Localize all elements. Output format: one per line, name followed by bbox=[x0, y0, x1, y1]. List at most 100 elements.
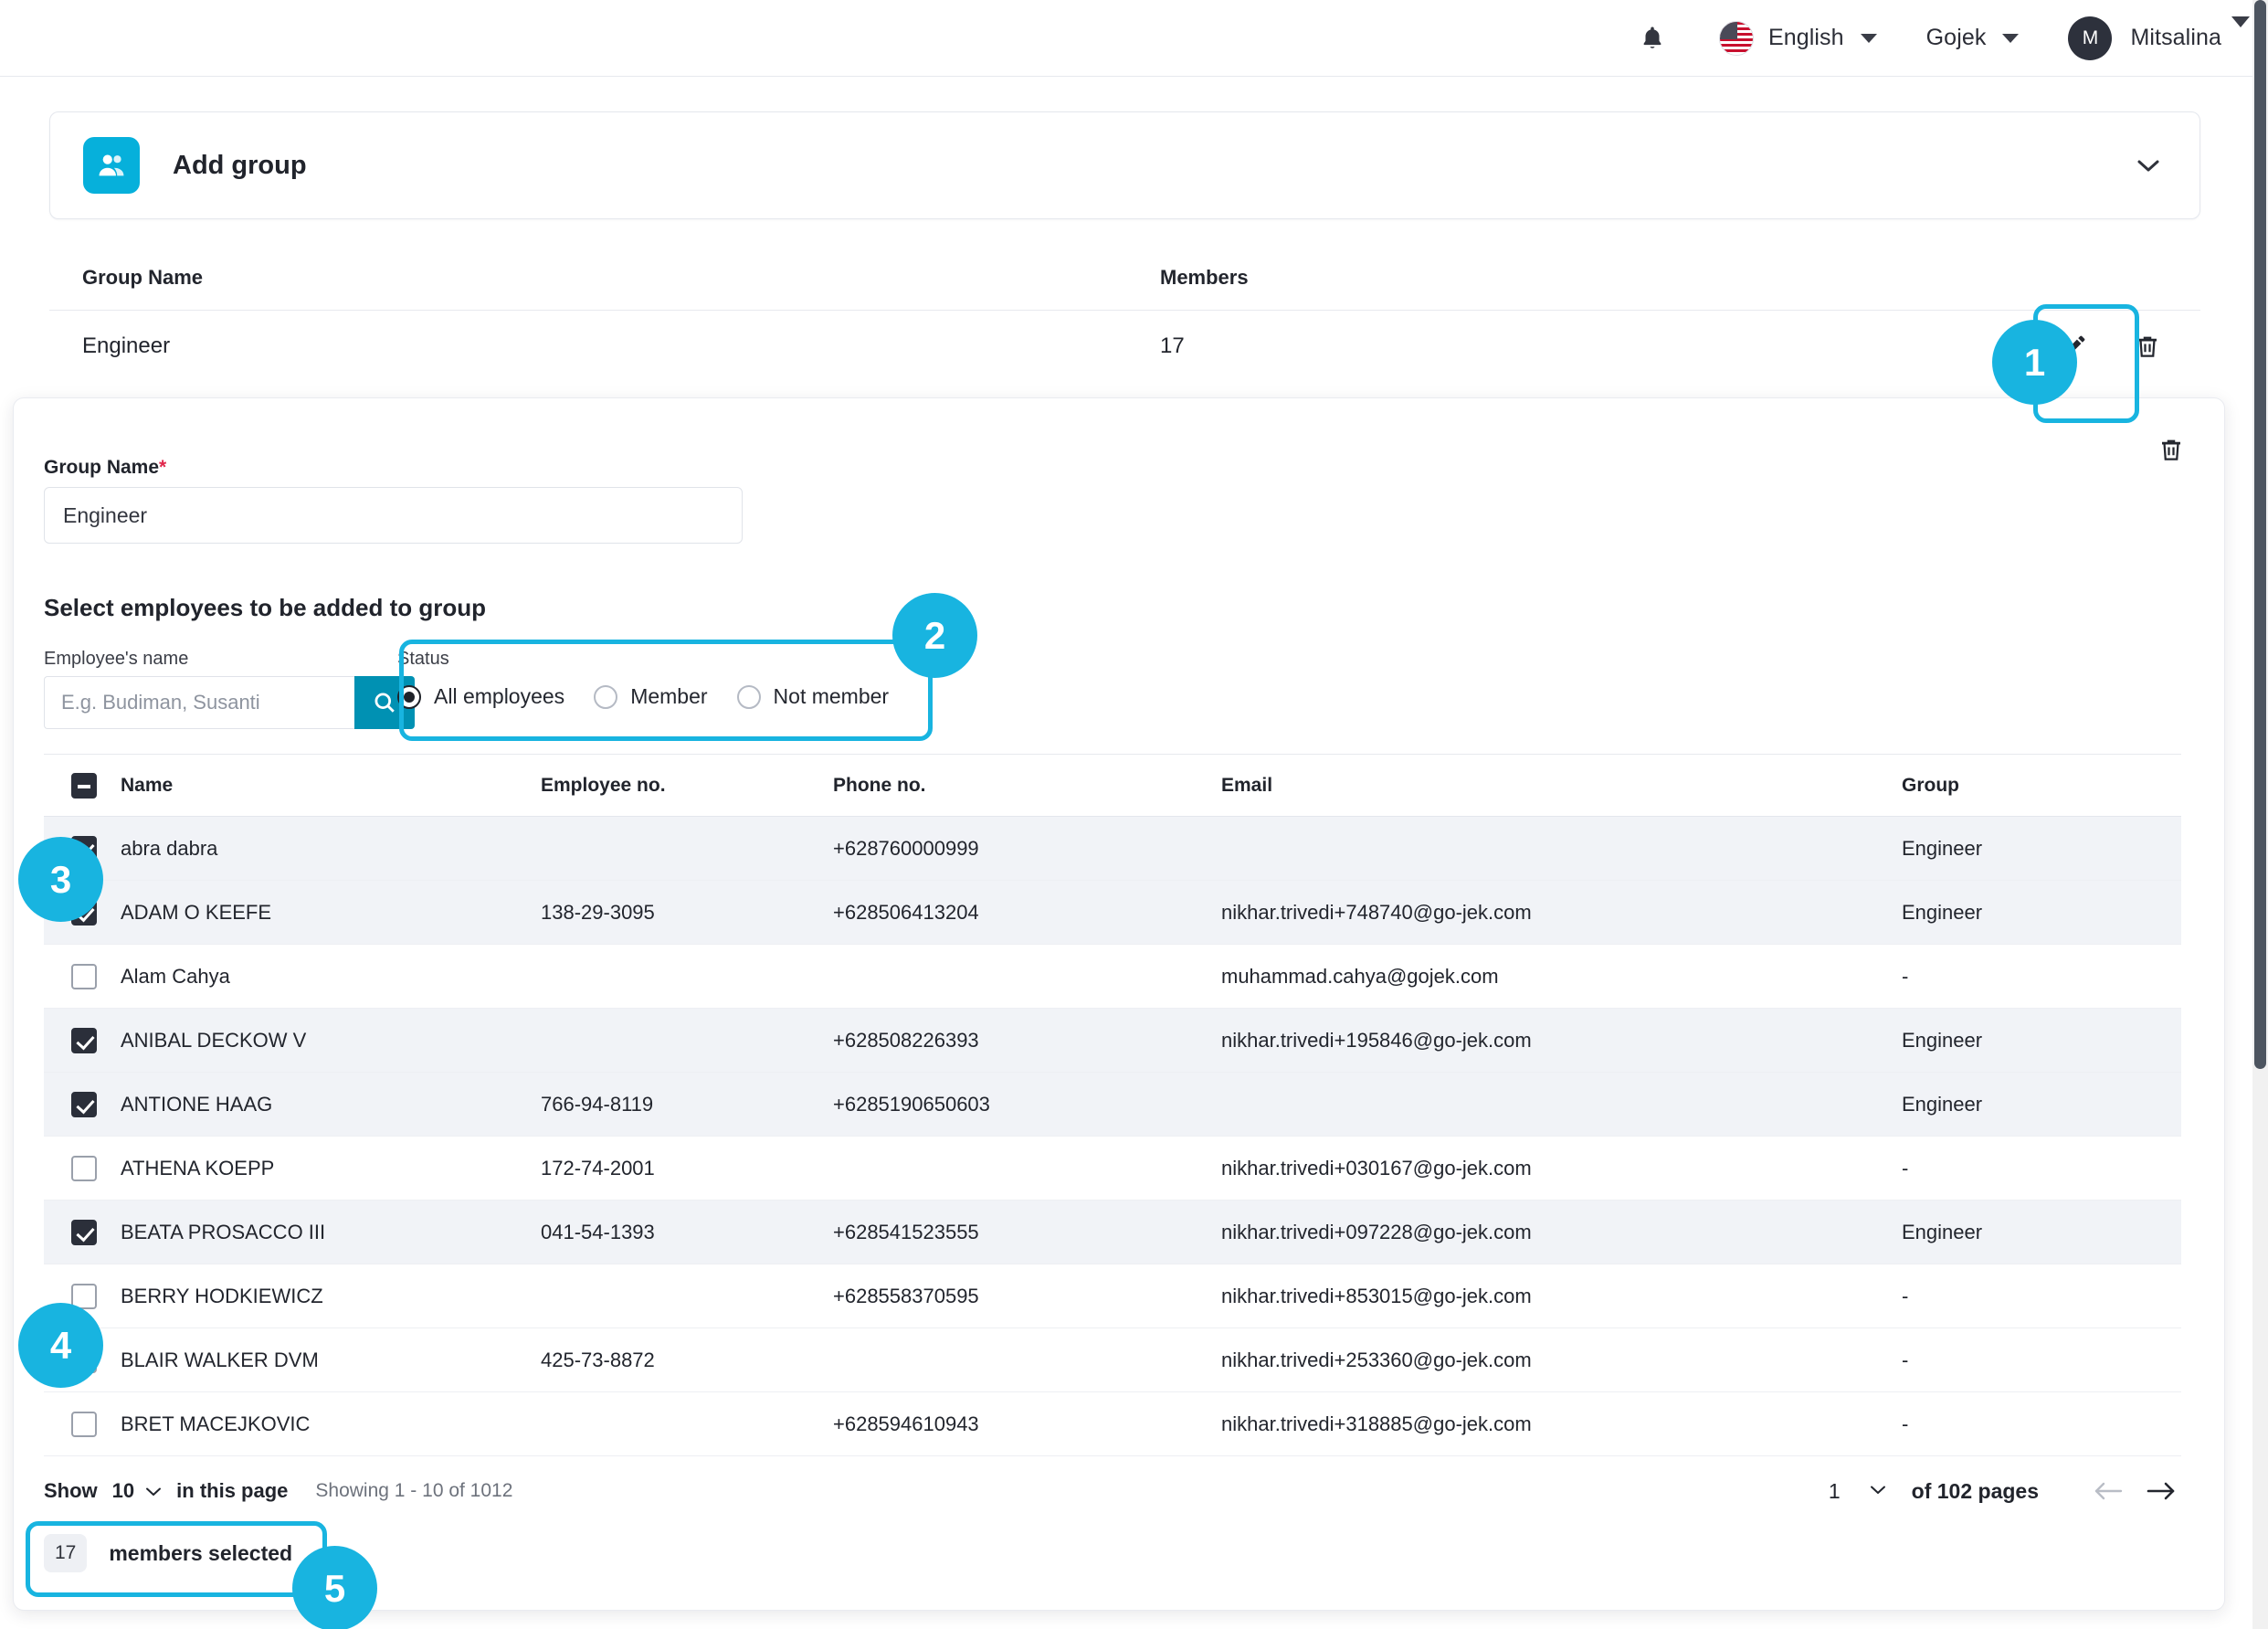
language-selector[interactable]: English bbox=[1718, 20, 1877, 56]
cell-group: - bbox=[1902, 1284, 1909, 1307]
status-option-not-member[interactable]: Not member bbox=[736, 684, 890, 709]
chevron-down-icon-glyph bbox=[2137, 160, 2159, 172]
cell-name: BLAIR WALKER DVM bbox=[121, 1348, 319, 1371]
row-checkbox-cell bbox=[44, 963, 121, 989]
status-label: Status bbox=[397, 649, 449, 669]
row-checkbox-cell bbox=[44, 1027, 121, 1053]
header-name: Name bbox=[121, 774, 174, 796]
in-this-page-label: in this page bbox=[176, 1479, 289, 1502]
cell-group: - bbox=[1902, 1348, 1909, 1371]
bell-icon-glyph bbox=[1643, 26, 1661, 48]
chevron-down-icon bbox=[1860, 33, 1877, 43]
cell-phone-no: +628506413204 bbox=[833, 900, 979, 924]
status-option-member[interactable]: Member bbox=[594, 684, 708, 709]
panel-delete-button[interactable] bbox=[2151, 429, 2191, 470]
group-table-header-name: Group Name bbox=[82, 265, 204, 289]
group-row-members: 17 bbox=[1160, 333, 1185, 358]
group-row-name: Engineer bbox=[82, 333, 171, 358]
table-row[interactable]: ADAM O KEEFE 138-29-3095 +628506413204 nikh… bbox=[44, 881, 2181, 945]
page-size-select[interactable]: 10 bbox=[112, 1479, 162, 1503]
cell-name: Alam Cahya bbox=[121, 964, 230, 988]
cell-group: - bbox=[1902, 964, 1909, 988]
required-mark: * bbox=[159, 457, 167, 478]
group-table-header-members: Members bbox=[1160, 265, 1249, 289]
bell-icon[interactable] bbox=[1635, 21, 1670, 56]
table-row[interactable]: abra dabra +628760000999 Engineer bbox=[44, 817, 2181, 881]
cell-email: nikhar.trivedi+097228@go-jek.com bbox=[1221, 1220, 1532, 1243]
add-group-title: Add group bbox=[173, 150, 307, 180]
cell-group: Engineer bbox=[1902, 900, 1983, 924]
radio-icon bbox=[594, 684, 618, 709]
group-table-row[interactable]: Engineer 17 bbox=[49, 311, 2200, 382]
users-icon-glyph bbox=[99, 154, 124, 176]
members-selected-count: 17 bbox=[44, 1534, 88, 1572]
page-select-dropdown[interactable] bbox=[1870, 1483, 1886, 1499]
table-row[interactable]: ANIBAL DECKOW V +628508226393 nikhar.trive… bbox=[44, 1009, 2181, 1073]
row-checkbox[interactable] bbox=[71, 963, 97, 989]
cell-name: ATHENA KOEPP bbox=[121, 1156, 275, 1179]
callout-badge-5: 5 bbox=[292, 1546, 377, 1629]
scroll-down-arrow-icon[interactable] bbox=[2231, 16, 2250, 27]
select-all-checkbox[interactable] bbox=[71, 772, 97, 799]
status-option-label: Not member bbox=[773, 684, 890, 708]
user-name-label: Mitsalina bbox=[2130, 25, 2221, 50]
cell-phone-no: +628508226393 bbox=[833, 1028, 979, 1052]
page-scrollbar[interactable] bbox=[2252, 0, 2268, 1629]
employee-table-header: Name Employee no. Phone no. Email Group bbox=[44, 755, 2181, 817]
showing-range-label: Showing 1 - 10 of 1012 bbox=[315, 1480, 513, 1501]
cell-group: Engineer bbox=[1902, 1028, 1983, 1052]
cell-employee-no: 172-74-2001 bbox=[541, 1156, 655, 1179]
cell-name: ADAM O KEEFE bbox=[121, 900, 272, 924]
row-checkbox-cell bbox=[44, 1091, 121, 1117]
table-row[interactable]: ATHENA KOEPP 172-74-2001 nikhar.trivedi+03… bbox=[44, 1137, 2181, 1201]
cell-email: nikhar.trivedi+318885@go-jek.com bbox=[1221, 1412, 1532, 1435]
row-checkbox[interactable] bbox=[71, 1219, 97, 1245]
members-selected-summary: 17 members selected bbox=[44, 1528, 292, 1579]
cell-group: - bbox=[1902, 1412, 1909, 1435]
table-row[interactable]: BRET MACEJKOVIC +628594610943 nikhar.trive… bbox=[44, 1392, 2181, 1456]
status-option-all-employees[interactable]: All employees bbox=[397, 684, 564, 709]
current-page-value: 1 bbox=[1828, 1478, 1841, 1503]
organization-selector[interactable]: Gojek bbox=[1926, 25, 2020, 51]
employee-table-body: abra dabra +628760000999 Engineer ADAM O KE… bbox=[44, 817, 2181, 1456]
organization-label: Gojek bbox=[1925, 25, 1987, 50]
delete-group-button[interactable] bbox=[2127, 326, 2168, 366]
row-checkbox[interactable] bbox=[71, 1091, 97, 1117]
status-option-label: All employees bbox=[434, 684, 565, 708]
callout-badge-1: 1 bbox=[1992, 320, 2077, 405]
chevron-down-icon[interactable] bbox=[2130, 147, 2167, 184]
table-row[interactable]: ANTIONE HAAG 766-94-8119 +6285190650603 Eng… bbox=[44, 1073, 2181, 1137]
table-row[interactable]: BEATA PROSACCO III 041-54-1393 +6285415235… bbox=[44, 1201, 2181, 1264]
app-page: English Gojek M Mitsalina Add group Grou… bbox=[0, 0, 2268, 1629]
row-checkbox-cell bbox=[44, 1155, 121, 1181]
employee-name-label: Employee's name bbox=[44, 649, 189, 669]
cell-phone-no: +628558370595 bbox=[833, 1284, 979, 1307]
trash-icon bbox=[2138, 336, 2157, 357]
table-row[interactable]: Alam Cahya muhammad.cahya@gojek.com - bbox=[44, 945, 2181, 1009]
prev-page-button[interactable] bbox=[2088, 1471, 2128, 1511]
row-checkbox[interactable] bbox=[71, 1411, 97, 1437]
row-checkbox[interactable] bbox=[71, 1027, 97, 1053]
group-name-input[interactable] bbox=[44, 487, 743, 544]
cell-group: - bbox=[1902, 1156, 1909, 1179]
users-icon bbox=[83, 137, 140, 194]
table-row[interactable]: BLAIR WALKER DVM 425-73-8872 nikhar.trived… bbox=[44, 1328, 2181, 1392]
chevron-down-icon bbox=[1870, 1486, 1885, 1494]
callout-badge-4: 4 bbox=[18, 1303, 103, 1388]
row-checkbox[interactable] bbox=[71, 1155, 97, 1181]
user-menu[interactable]: M Mitsalina bbox=[2068, 16, 2221, 60]
radio-icon bbox=[397, 684, 421, 709]
search-input[interactable] bbox=[44, 676, 354, 729]
cell-employee-no: 138-29-3095 bbox=[541, 900, 655, 924]
next-page-button[interactable] bbox=[2141, 1471, 2181, 1511]
cell-name: BERRY HODKIEWICZ bbox=[121, 1284, 323, 1307]
table-row[interactable]: BERRY HODKIEWICZ +628558370595 nikhar.triv… bbox=[44, 1264, 2181, 1328]
add-group-card[interactable]: Add group bbox=[49, 111, 2200, 219]
trash-icon bbox=[2162, 439, 2180, 460]
callout-badge-2: 2 bbox=[892, 593, 977, 678]
scrollbar-thumb[interactable] bbox=[2254, 0, 2266, 1069]
cell-group: Engineer bbox=[1902, 1092, 1983, 1116]
group-table: Group Name Members Engineer 17 bbox=[49, 245, 2200, 382]
arrow-left-icon bbox=[2094, 1482, 2123, 1500]
show-label: Show bbox=[44, 1479, 98, 1502]
